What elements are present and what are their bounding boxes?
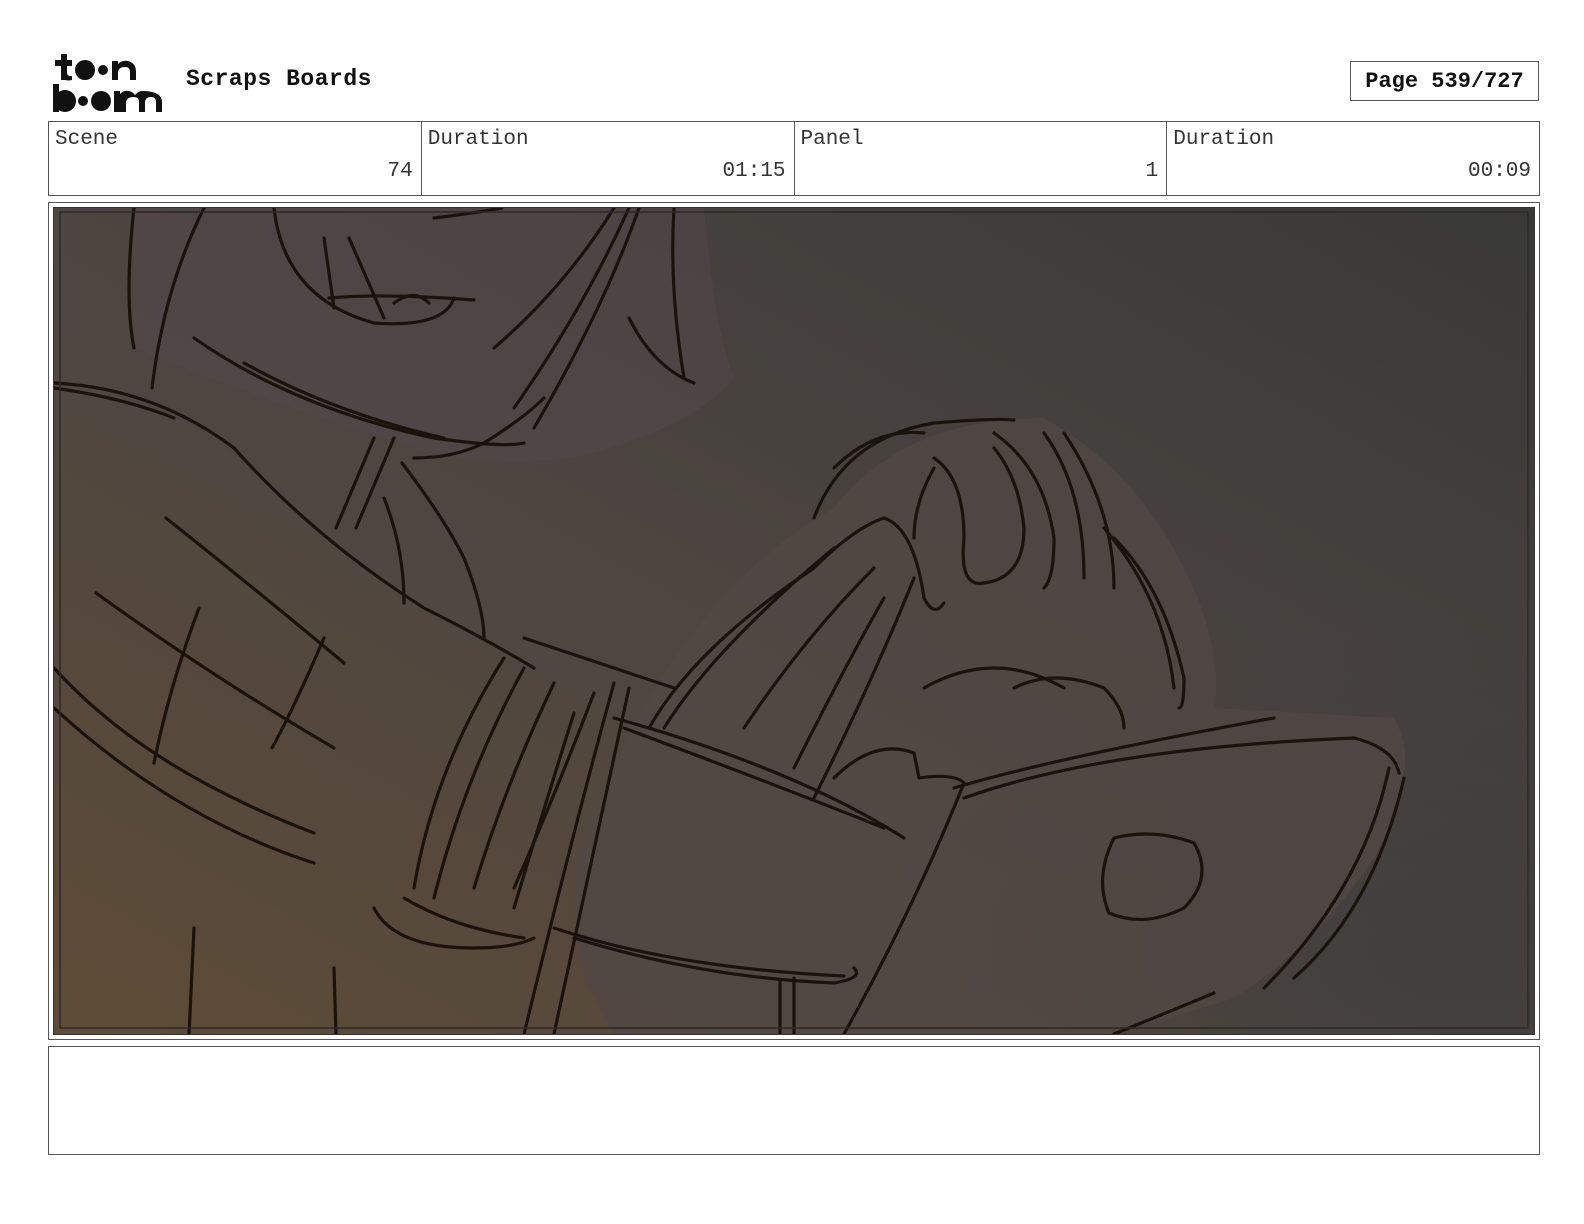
toonboom-logo: [52, 52, 164, 114]
page-indicator: Page 539/727: [1350, 61, 1539, 101]
panel-value: 1: [1145, 160, 1159, 183]
scene-duration-label: Duration: [427, 128, 529, 151]
project-title: Scraps Boards: [186, 66, 372, 92]
panel-notes-box: [48, 1046, 1540, 1155]
scene-label: Scene: [55, 128, 119, 151]
panel-duration-value: 00:09: [1467, 160, 1531, 183]
panel-label: Panel: [800, 128, 864, 151]
scene-cell: Scene 74: [49, 122, 422, 195]
panel-duration-label: Duration: [1173, 128, 1275, 151]
scene-duration-value: 01:15: [722, 160, 786, 183]
panel-frame: [48, 202, 1540, 1040]
scene-info-row: Scene 74 Duration 01:15 Panel 1 Duration…: [48, 121, 1540, 196]
scene-value: 74: [387, 160, 413, 183]
panel-cell: Panel 1: [795, 122, 1168, 195]
scene-duration-cell: Duration 01:15: [422, 122, 795, 195]
storyboard-sketch-image: [53, 207, 1535, 1035]
panel-duration-cell: Duration 00:09: [1167, 122, 1539, 195]
